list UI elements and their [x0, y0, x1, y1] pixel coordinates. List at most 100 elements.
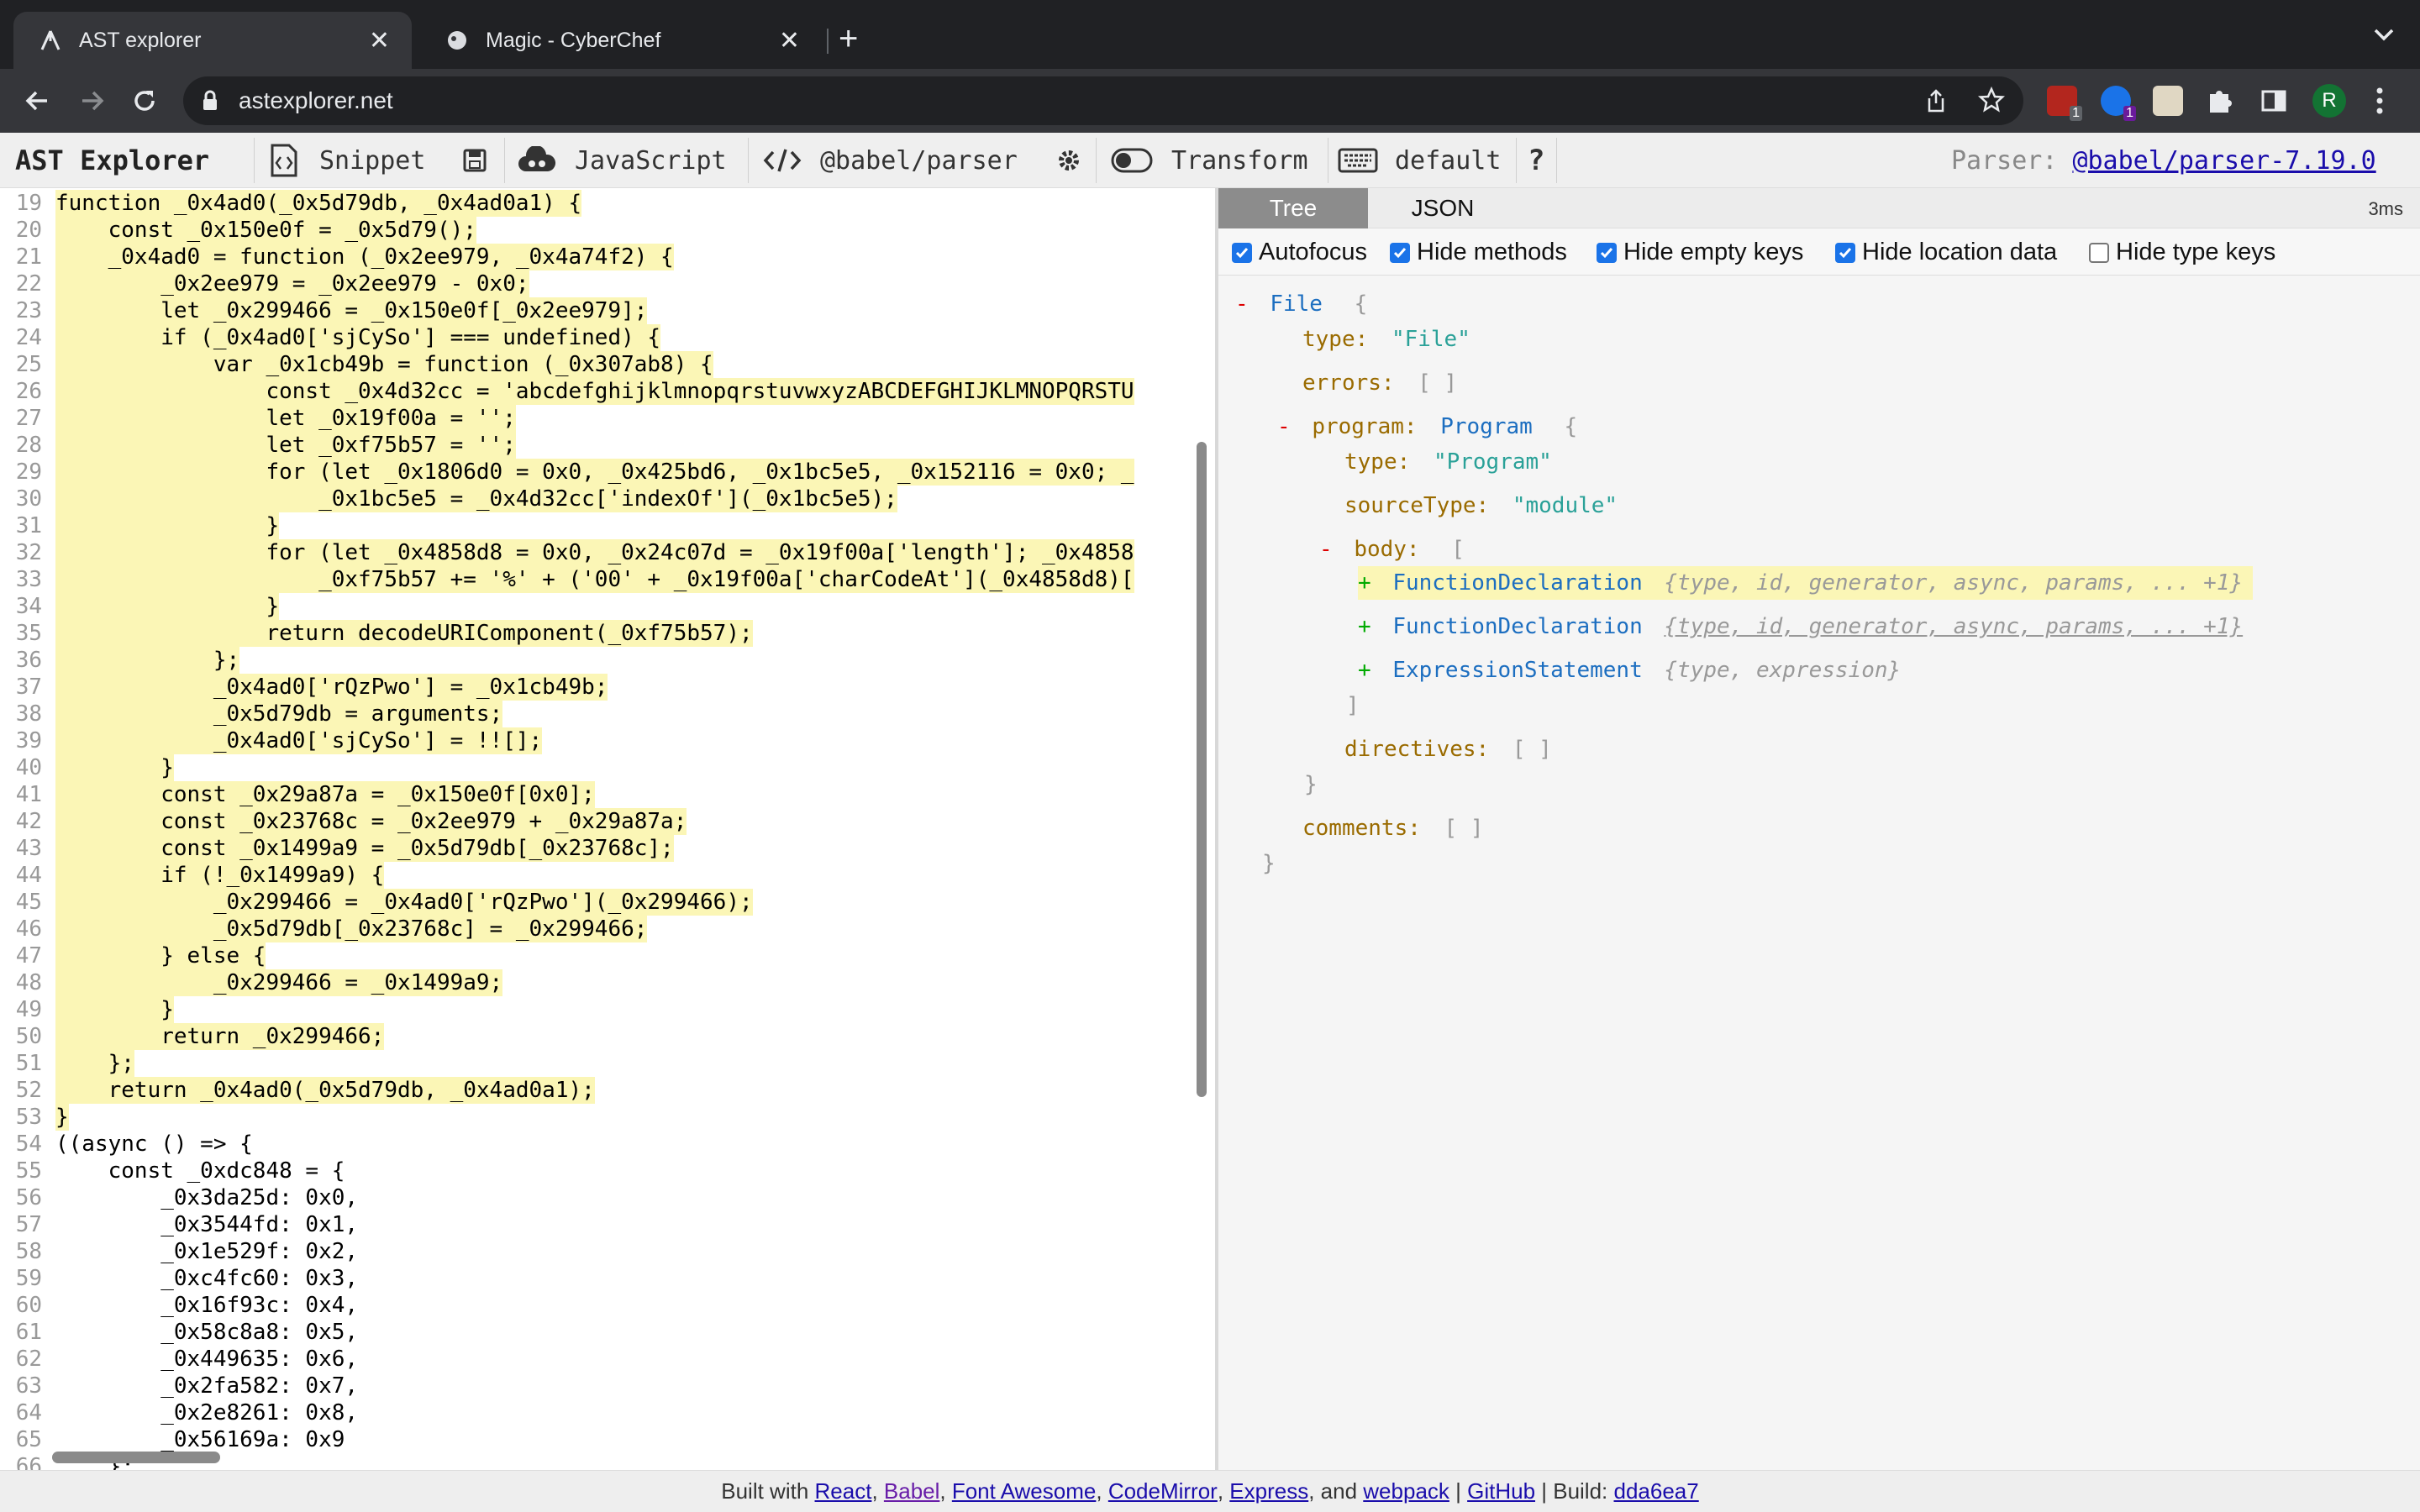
code-line[interactable]: 28 let _0xf75b57 = ''; — [0, 432, 1212, 459]
ublock-extension-icon[interactable]: 1 — [2047, 86, 2082, 121]
new-tab-icon[interactable]: + — [839, 22, 858, 55]
code-line[interactable]: 56 _0x3da25d: 0x0, — [0, 1184, 1212, 1211]
code-line[interactable]: 25 var _0x1cb49b = function (_0x307ab8) … — [0, 351, 1212, 378]
tree-node-program[interactable]: - program: Program { — [1277, 410, 1577, 444]
code-line[interactable]: 40 } — [0, 754, 1212, 781]
option-hide-empty-keys[interactable]: Hide empty keys — [1597, 239, 1803, 266]
expand-toggle[interactable]: + — [1358, 658, 1371, 683]
tree-node-file[interactable]: - File { — [1235, 287, 1367, 321]
help-button[interactable]: ? — [1528, 133, 1544, 188]
footer-link-codemirror[interactable]: CodeMirror — [1108, 1478, 1218, 1504]
tab-ast-explorer[interactable]: AST explorer ✕ — [13, 12, 412, 69]
forward-icon[interactable] — [76, 84, 109, 118]
code-line[interactable]: 23 let _0x299466 = _0x150e0f[_0x2ee979]; — [0, 297, 1212, 324]
image-extension-icon[interactable] — [2153, 86, 2183, 116]
code-editor[interactable]: 19 function _0x4ad0(_0x5d79db, _0x4ad0a1)… — [0, 188, 1212, 1470]
expand-toggle[interactable]: + — [1358, 614, 1371, 639]
option-hide-methods[interactable]: Hide methods — [1390, 239, 1567, 266]
footer-build-hash[interactable]: dda6ea7 — [1614, 1478, 1699, 1504]
close-tab-icon[interactable]: ✕ — [369, 26, 390, 55]
code-line[interactable]: 46 _0x5d79db[_0x23768c] = _0x299466; — [0, 916, 1212, 942]
option-hide-location-data[interactable]: Hide location data — [1835, 239, 2057, 266]
parser-select[interactable]: @babel/parser — [763, 133, 1018, 188]
gear-icon[interactable] — [1055, 133, 1082, 188]
tree-node-function-declaration[interactable]: + FunctionDeclaration {type, id, generat… — [1358, 610, 2243, 643]
parser-version-link[interactable]: @babel/parser-7.19.0 — [2072, 146, 2375, 176]
footer-link-react[interactable]: React — [815, 1478, 872, 1504]
checkbox-checked-icon[interactable] — [1390, 242, 1410, 263]
code-line[interactable]: 32 for (let _0x4858d8 = 0x0, _0x24c07d =… — [0, 539, 1212, 566]
code-line[interactable]: 21 _0x4ad0 = function (_0x2ee979, _0x4a7… — [0, 244, 1212, 270]
code-line[interactable]: 24 if (_0x4ad0['sjCySo'] === undefined) … — [0, 324, 1212, 351]
close-tab-icon[interactable]: ✕ — [779, 26, 800, 55]
editor-vertical-scrollbar[interactable] — [1197, 442, 1207, 1097]
code-line[interactable]: 53} — [0, 1104, 1212, 1131]
bookmark-star-icon[interactable] — [1977, 86, 2006, 118]
code-line[interactable]: 22 _0x2ee979 = _0x2ee979 - 0x0; — [0, 270, 1212, 297]
code-line[interactable]: 41 const _0x29a87a = _0x150e0f[0x0]; — [0, 781, 1212, 808]
footer-link-express[interactable]: Express — [1229, 1478, 1308, 1504]
code-line[interactable]: 27 let _0x19f00a = ''; — [0, 405, 1212, 432]
code-line[interactable]: 26 const _0x4d32cc = 'abcdefghijklmnopqr… — [0, 378, 1212, 405]
save-icon[interactable] — [462, 133, 487, 188]
code-line[interactable]: 19 function _0x4ad0(_0x5d79db, _0x4ad0a1)… — [0, 190, 1212, 217]
code-line[interactable]: 64 _0x2e8261: 0x8, — [0, 1399, 1212, 1426]
code-line[interactable]: 36 }; — [0, 647, 1212, 674]
share-icon[interactable] — [1924, 88, 1948, 118]
code-line[interactable]: 42 const _0x23768c = _0x2ee979 + _0x29a8… — [0, 808, 1212, 835]
collapse-toggle[interactable]: - — [1235, 291, 1249, 317]
code-line[interactable]: 29 for (let _0x1806d0 = 0x0, _0x425bd6, … — [0, 459, 1212, 486]
back-icon[interactable] — [20, 84, 54, 118]
code-line[interactable]: 33 _0xf75b57 += '%' + ('00' + _0x19f00a[… — [0, 566, 1212, 593]
snippet-menu[interactable]: Snippet — [269, 133, 425, 188]
transform-toggle[interactable]: Transform — [1111, 133, 1308, 188]
checkbox-checked-icon[interactable] — [1597, 242, 1617, 263]
tree-node-body[interactable]: - body: [ — [1319, 533, 1465, 566]
collapse-toggle[interactable]: - — [1277, 414, 1291, 439]
footer-link-font-awesome[interactable]: Font Awesome — [952, 1478, 1097, 1504]
code-line[interactable]: 58 _0x1e529f: 0x2, — [0, 1238, 1212, 1265]
tab-tree[interactable]: Tree — [1218, 188, 1368, 228]
code-line[interactable]: 39 _0x4ad0['sjCySo'] = !![]; — [0, 727, 1212, 754]
language-select[interactable]: JavaScript — [518, 133, 727, 188]
footer-link-babel[interactable]: Babel — [884, 1478, 940, 1504]
tree-node-function-declaration[interactable]: + FunctionDeclaration {type, id, generat… — [1358, 566, 2254, 600]
code-line[interactable]: 48 _0x299466 = _0x1499a9; — [0, 969, 1212, 996]
code-line[interactable]: 38 _0x5d79db = arguments; — [0, 701, 1212, 727]
code-line[interactable]: 31 } — [0, 512, 1212, 539]
code-line[interactable]: 59 _0xc4fc60: 0x3, — [0, 1265, 1212, 1292]
editor-horizontal-scrollbar[interactable] — [52, 1452, 220, 1463]
code-line[interactable]: 49 } — [0, 996, 1212, 1023]
code-line[interactable]: 45 _0x299466 = _0x4ad0['rQzPwo'](_0x2994… — [0, 889, 1212, 916]
reload-icon[interactable] — [128, 84, 161, 118]
tab-cyberchef[interactable]: Magic - CyberChef ✕ — [420, 12, 822, 69]
footer-link-webpack[interactable]: webpack — [1363, 1478, 1449, 1504]
option-hide-type-keys[interactable]: Hide type keys — [2089, 239, 2275, 266]
option-autofocus[interactable]: Autofocus — [1232, 239, 1367, 266]
chevron-down-icon[interactable] — [2373, 27, 2395, 46]
code-line[interactable]: 60 _0x16f93c: 0x4, — [0, 1292, 1212, 1319]
code-line[interactable]: 30 _0x1bc5e5 = _0x4d32cc['indexOf'](_0x1… — [0, 486, 1212, 512]
profile-avatar[interactable]: R — [2312, 84, 2346, 118]
code-line[interactable]: 44 if (!_0x1499a9) { — [0, 862, 1212, 889]
code-line[interactable]: 51 }; — [0, 1050, 1212, 1077]
code-line[interactable]: 52 return _0x4ad0(_0x5d79db, _0x4ad0a1); — [0, 1077, 1212, 1104]
code-line[interactable]: 34 } — [0, 593, 1212, 620]
code-line[interactable]: 47 } else { — [0, 942, 1212, 969]
code-line[interactable]: 63 _0x2fa582: 0x7, — [0, 1373, 1212, 1399]
collapse-toggle[interactable]: - — [1319, 537, 1333, 562]
checkbox-checked-icon[interactable] — [1232, 242, 1252, 263]
tab-json[interactable]: JSON — [1368, 188, 1518, 228]
code-line[interactable]: 20 const _0x150e0f = _0x5d79(); — [0, 217, 1212, 244]
more-menu-icon[interactable] — [2375, 86, 2385, 120]
code-line[interactable]: 55 const _0xdc848 = { — [0, 1158, 1212, 1184]
code-line[interactable]: 50 return _0x299466; — [0, 1023, 1212, 1050]
code-line[interactable]: 54 ((async () => { — [0, 1131, 1212, 1158]
code-line[interactable]: 57 _0x3544fd: 0x1, — [0, 1211, 1212, 1238]
checkbox-checked-icon[interactable] — [1835, 242, 1855, 263]
footer-link-github[interactable]: GitHub — [1467, 1478, 1535, 1504]
code-line[interactable]: 43 const _0x1499a9 = _0x5d79db[_0x23768c… — [0, 835, 1212, 862]
code-line[interactable]: 35 return decodeURIComponent(_0xf75b57); — [0, 620, 1212, 647]
code-line[interactable]: 65 _0x56169a: 0x9 — [0, 1426, 1212, 1453]
expand-toggle[interactable]: + — [1358, 570, 1371, 596]
